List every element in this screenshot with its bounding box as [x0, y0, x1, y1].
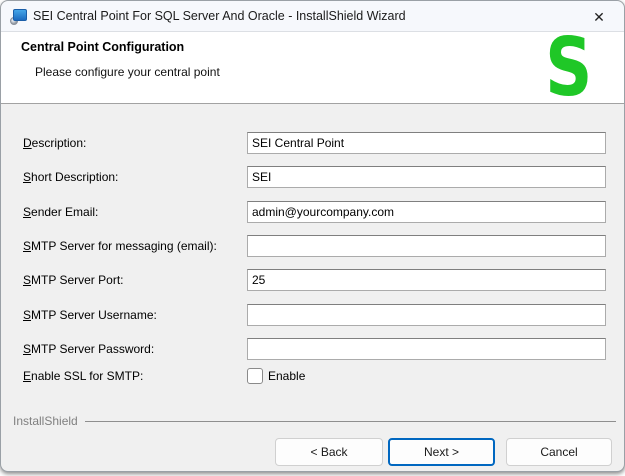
enable-ssl-checkbox[interactable] — [247, 368, 263, 384]
smtp-server-label: SMTP Server for messaging (email): — [23, 235, 217, 257]
description-input[interactable] — [247, 132, 606, 154]
enable-ssl-label: Enable SSL for SMTP: — [23, 365, 143, 387]
installshield-brand: InstallShield — [13, 414, 78, 428]
page-subtitle: Please configure your central point — [35, 65, 220, 79]
smtp-server-input[interactable] — [247, 235, 606, 257]
page-title: Central Point Configuration — [21, 40, 184, 54]
smtp-port-label: SMTP Server Port: — [23, 269, 123, 291]
smtp-port-input[interactable] — [247, 269, 606, 291]
short-description-input[interactable] — [247, 166, 606, 188]
installshield-brand-row: InstallShield — [13, 414, 616, 428]
smtp-password-label: SMTP Server Password: — [23, 338, 154, 360]
sender-email-input[interactable] — [247, 201, 606, 223]
back-button[interactable]: < Back — [275, 438, 383, 466]
next-button[interactable]: Next > — [388, 438, 495, 466]
installshield-app-icon — [10, 8, 28, 26]
smtp-password-input[interactable] — [247, 338, 606, 360]
divider — [85, 421, 616, 422]
short-description-label: Short Description: — [23, 166, 118, 188]
title-bar: SEI Central Point For SQL Server And Ora… — [1, 1, 624, 32]
monitor-icon — [13, 9, 27, 21]
description-label: Description: — [23, 132, 86, 154]
cancel-button[interactable]: Cancel — [506, 438, 612, 466]
sei-logo: S — [546, 32, 593, 103]
sender-email-label: Sender Email: — [23, 201, 98, 223]
smtp-username-label: SMTP Server Username: — [23, 304, 157, 326]
enable-ssl-checkbox-label: Enable — [268, 368, 305, 384]
smtp-username-input[interactable] — [247, 304, 606, 326]
wizard-header: Central Point Configuration Please confi… — [1, 32, 624, 104]
installshield-wizard-window: SEI Central Point For SQL Server And Ora… — [0, 0, 625, 472]
window-title: SEI Central Point For SQL Server And Ora… — [33, 1, 406, 32]
